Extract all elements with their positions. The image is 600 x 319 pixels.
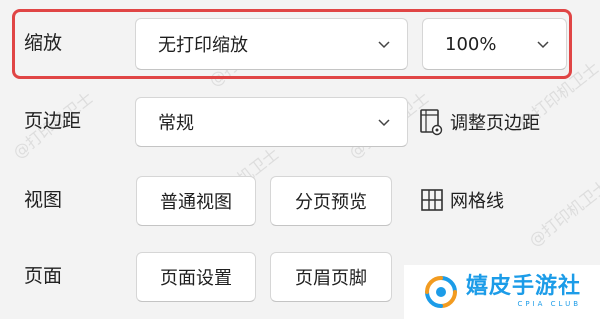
margins-select-value: 常规: [158, 113, 194, 134]
margins-icon: [420, 109, 443, 136]
page-break-preview-button[interactable]: 分页预览: [270, 176, 392, 226]
page-label: 页面: [24, 265, 63, 287]
page-setup-label: 页面设置: [160, 268, 232, 289]
page-setup-button[interactable]: 页面设置: [136, 252, 256, 302]
watermark: @打印机卫士: [525, 176, 600, 251]
header-footer-label: 页眉页脚: [295, 268, 367, 289]
logo-mark-icon: [425, 276, 457, 308]
margins-select[interactable]: 常规: [135, 97, 408, 147]
chevron-down-icon: [378, 119, 390, 127]
site-logo: 嬉皮手游社 CPIA CLUB: [404, 265, 600, 319]
adjust-margins-label: 调整页边距: [450, 113, 540, 134]
header-footer-button[interactable]: 页眉页脚: [270, 252, 392, 302]
scale-select[interactable]: 无打印缩放: [135, 18, 408, 70]
view-label: 视图: [24, 189, 63, 211]
grid-icon: [421, 189, 443, 211]
normal-view-label: 普通视图: [160, 192, 232, 213]
scale-select-value: 无打印缩放: [158, 35, 248, 56]
chevron-down-icon: [378, 41, 390, 49]
adjust-margins-button[interactable]: 调整页边距: [418, 108, 540, 136]
print-settings-panel: @打印机卫士 @打印机卫士 @打印机卫士 @打印机卫士 @打印机卫士 @打印机卫…: [0, 0, 600, 319]
logo-subtitle: CPIA CLUB: [517, 300, 582, 308]
normal-view-button[interactable]: 普通视图: [136, 176, 256, 226]
margins-label: 页边距: [24, 110, 82, 132]
zoom-select[interactable]: 100%: [422, 18, 567, 70]
logo-title: 嬉皮手游社: [466, 274, 582, 299]
scale-label: 缩放: [24, 32, 63, 54]
gridlines-label: 网格线: [450, 191, 504, 212]
gridlines-toggle[interactable]: 网格线: [420, 187, 504, 213]
chevron-down-icon: [537, 41, 549, 49]
page-break-preview-label: 分页预览: [295, 192, 367, 213]
zoom-select-value: 100%: [445, 33, 497, 55]
